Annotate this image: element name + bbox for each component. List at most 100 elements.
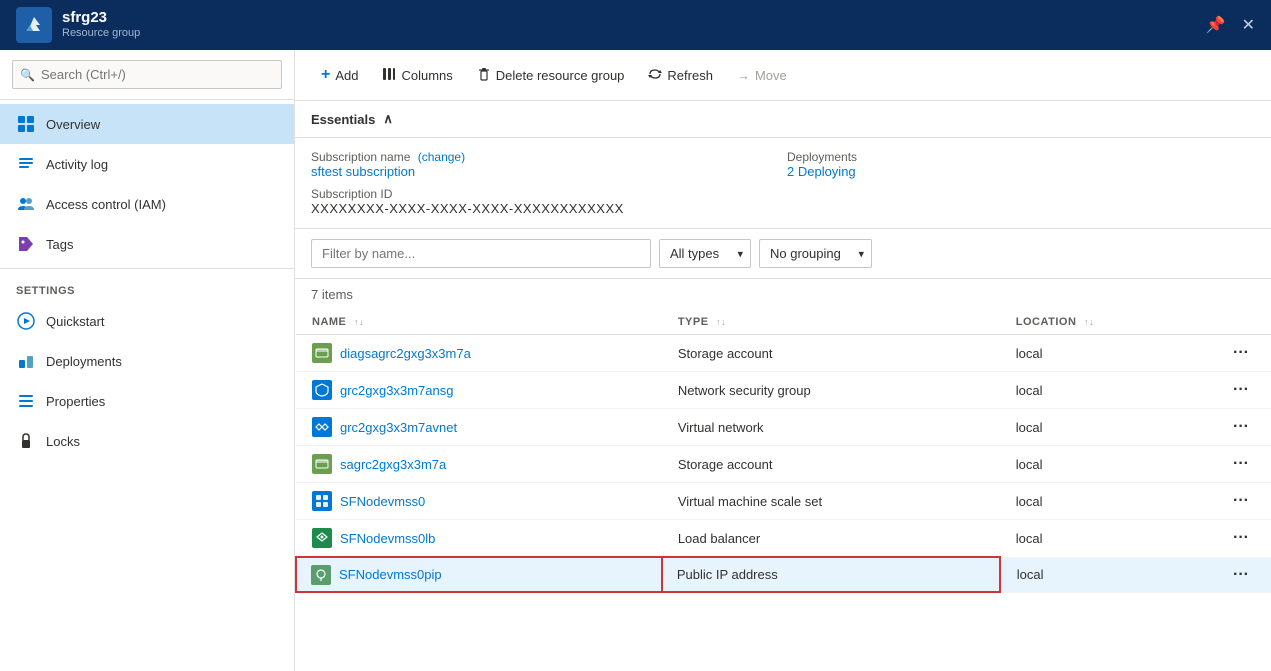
sidebar-item-properties-label: Properties <box>46 394 105 409</box>
sidebar-item-overview[interactable]: Overview <box>0 104 294 144</box>
main-layout: 🔍 Overview Activity log Acc <box>0 50 1271 671</box>
sidebar-divider <box>0 268 294 269</box>
vnet-icon <box>312 417 332 437</box>
row-menu-7[interactable]: ··· <box>1227 564 1255 585</box>
refresh-icon <box>648 67 662 84</box>
sidebar-item-tags[interactable]: Tags <box>0 224 294 264</box>
main-content: + Add Columns Delete resource group Ref <box>295 50 1271 671</box>
move-icon: → <box>737 68 750 83</box>
sidebar-item-deployments[interactable]: Deployments <box>0 341 294 381</box>
resource-name-link-6[interactable]: SFNodevmss0lb <box>340 531 435 546</box>
row-menu-1[interactable]: ··· <box>1227 342 1255 363</box>
resource-name-link-1[interactable]: diagsagrc2gxg3x3m7a <box>340 346 471 361</box>
sidebar-item-tags-label: Tags <box>46 237 73 252</box>
type-sort-icon: ↑↓ <box>716 317 726 327</box>
sidebar-item-locks-label: Locks <box>46 434 80 449</box>
delete-button[interactable]: Delete resource group <box>467 61 635 90</box>
sidebar-item-access-control[interactable]: Access control (IAM) <box>0 184 294 224</box>
overview-icon <box>16 114 36 134</box>
app-logo <box>16 7 52 43</box>
resource-name-link-2[interactable]: grc2gxg3x3m7ansg <box>340 383 453 398</box>
row-menu-2[interactable]: ··· <box>1227 379 1255 400</box>
search-input[interactable] <box>12 60 282 89</box>
essentials-collapse-icon[interactable]: ∧ <box>383 111 393 127</box>
sidebar-nav: Overview Activity log Access control (IA… <box>0 100 294 465</box>
col-header-location[interactable]: LOCATION ↑↓ <box>1000 310 1211 335</box>
resource-location-cell-7: local <box>1000 557 1211 592</box>
resource-location-cell-3: local <box>1000 409 1211 446</box>
move-button[interactable]: → Move <box>727 62 797 89</box>
location-sort-icon: ↑↓ <box>1084 317 1094 327</box>
resource-name-cell-4: sagrc2gxg3x3m7a <box>296 446 662 483</box>
filter-by-name-input[interactable] <box>311 239 651 268</box>
sidebar-item-properties[interactable]: Properties <box>0 381 294 421</box>
sidebar-item-quickstart[interactable]: Quickstart <box>0 301 294 341</box>
row-menu-6[interactable]: ··· <box>1227 527 1255 548</box>
resource-name-link-5[interactable]: SFNodevmss0 <box>340 494 425 509</box>
resource-menu-cell-4: ··· <box>1211 446 1271 483</box>
row-menu-3[interactable]: ··· <box>1227 416 1255 437</box>
resource-type-cell-6: Load balancer <box>662 520 1000 558</box>
subscription-name-item: Subscription name (change) sftest subscr… <box>311 150 779 179</box>
columns-button[interactable]: Columns <box>372 61 462 90</box>
col-header-type[interactable]: TYPE ↑↓ <box>662 310 1000 335</box>
resource-name-cell-3: grc2gxg3x3m7avnet <box>296 409 662 446</box>
close-icon[interactable]: ✕ <box>1242 15 1255 35</box>
row-menu-4[interactable]: ··· <box>1227 453 1255 474</box>
sidebar-item-overview-label: Overview <box>46 117 100 132</box>
resource-name-link-4[interactable]: sagrc2gxg3x3m7a <box>340 457 446 472</box>
type-filter-wrapper: All types <box>659 239 751 268</box>
col-header-name[interactable]: NAME ↑↓ <box>296 310 662 335</box>
resources-table: NAME ↑↓ TYPE ↑↓ LOCATION ↑↓ <box>295 310 1271 593</box>
subscription-name-value[interactable]: sftest subscription <box>311 164 779 179</box>
subscription-id-item: Subscription ID XXXXXXXX-XXXX-XXXX-XXXX-… <box>311 187 779 216</box>
deployments-icon <box>16 351 36 371</box>
resource-name-link-3[interactable]: grc2gxg3x3m7avnet <box>340 420 457 435</box>
storage-account-icon-2 <box>312 454 332 474</box>
sidebar-item-activity-log[interactable]: Activity log <box>0 144 294 184</box>
resource-group-subtitle: Resource group <box>62 27 140 40</box>
deployments-value[interactable]: 2 Deploying <box>787 164 1255 179</box>
table-row: grc2gxg3x3m7ansg Network security group … <box>296 372 1271 409</box>
sidebar-item-locks[interactable]: Locks <box>0 421 294 461</box>
subscription-name-label: Subscription name (change) <box>311 150 779 164</box>
pin-icon[interactable]: 📌 <box>1206 15 1226 35</box>
grouping-filter-wrapper: No grouping <box>759 239 872 268</box>
resource-location-cell-1: local <box>1000 335 1211 372</box>
resource-name-wrapper-4: sagrc2gxg3x3m7a <box>312 454 646 474</box>
properties-icon <box>16 391 36 411</box>
resource-name-cell-7: SFNodevmss0pip <box>296 557 662 592</box>
resource-location-cell-5: local <box>1000 483 1211 520</box>
type-filter-select[interactable]: All types <box>659 239 751 268</box>
table-row: sagrc2gxg3x3m7a Storage account local ··… <box>296 446 1271 483</box>
resource-location-cell-6: local <box>1000 520 1211 558</box>
resource-name-link-7[interactable]: SFNodevmss0pip <box>339 567 442 582</box>
header-actions: 📌 ✕ <box>1206 15 1255 35</box>
row-menu-5[interactable]: ··· <box>1227 490 1255 511</box>
grouping-filter-select[interactable]: No grouping <box>759 239 872 268</box>
resource-type-cell-7: Public IP address <box>662 557 1000 592</box>
resource-name-wrapper-5: SFNodevmss0 <box>312 491 646 511</box>
change-subscription-link[interactable]: (change) <box>418 150 465 164</box>
resource-menu-cell-5: ··· <box>1211 483 1271 520</box>
resource-name-wrapper-3: grc2gxg3x3m7avnet <box>312 417 646 437</box>
azure-logo-icon <box>20 11 48 39</box>
vmss-icon <box>312 491 332 511</box>
resource-menu-cell-7: ··· <box>1211 557 1271 592</box>
add-icon: + <box>321 66 330 84</box>
deployments-item: Deployments 2 Deploying <box>787 150 1255 179</box>
sidebar-item-iam-label: Access control (IAM) <box>46 197 166 212</box>
quickstart-icon <box>16 311 36 331</box>
resource-type-cell-3: Virtual network <box>662 409 1000 446</box>
resource-type-cell-5: Virtual machine scale set <box>662 483 1000 520</box>
resource-type-cell-4: Storage account <box>662 446 1000 483</box>
resource-name-wrapper-7: SFNodevmss0pip <box>311 565 647 585</box>
subscription-id-label: Subscription ID <box>311 187 779 201</box>
deployments-label: Deployments <box>787 150 1255 164</box>
resource-menu-cell-2: ··· <box>1211 372 1271 409</box>
resource-location-cell-2: local <box>1000 372 1211 409</box>
lb-icon <box>312 528 332 548</box>
refresh-button[interactable]: Refresh <box>638 61 723 90</box>
add-button[interactable]: + Add <box>311 60 368 90</box>
subscription-id-value: XXXXXXXX-XXXX-XXXX-XXXX-XXXXXXXXXXXX <box>311 201 779 216</box>
